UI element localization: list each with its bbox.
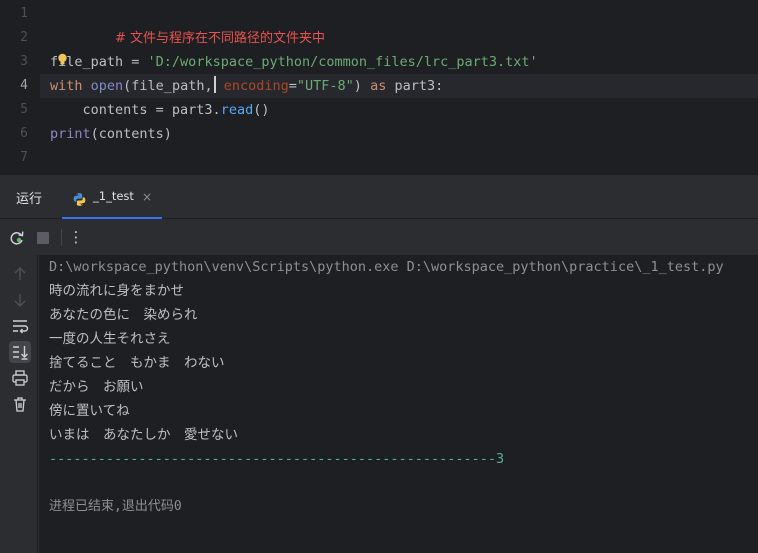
run-config-tab[interactable]: _1_test × — [62, 183, 162, 219]
console-output-line: あなたの色に 染められ — [49, 307, 198, 323]
console-output-line: 時の流れに身をまかせ — [49, 283, 184, 299]
code-keyword-as: as — [370, 78, 387, 94]
console-output[interactable]: D:\workspace_python\venv\Scripts\python.… — [39, 255, 758, 553]
run-tool-window: 运行 _1_test × ⋮ D:\workspace_python\venv\… — [0, 174, 758, 553]
arrow-down-icon[interactable] — [9, 289, 31, 311]
run-toolbar: ⋮ — [0, 219, 758, 255]
code-editor[interactable]: 1 2 3 4 5 6 7 # 文件与程序在不同路径的文件夹中 file_pat… — [0, 0, 758, 174]
code-keyword-with: with — [50, 78, 83, 94]
line-number-gutter: 1 2 3 4 5 6 7 — [0, 0, 40, 174]
line-number: 3 — [20, 54, 28, 69]
console-output-line: 一度の人生それさえ — [49, 331, 171, 347]
console-command-line: D:\workspace_python\venv\Scripts\python.… — [49, 259, 724, 275]
code-operator: = — [288, 78, 297, 94]
print-icon[interactable] — [9, 367, 31, 389]
stop-icon[interactable] — [33, 228, 53, 248]
console-side-toolbar — [0, 255, 38, 553]
ide-window: 1 2 3 4 5 6 7 # 文件与程序在不同路径的文件夹中 file_pat… — [0, 0, 758, 553]
python-icon — [73, 193, 86, 206]
line-number: 7 — [20, 150, 28, 165]
code-line-7[interactable] — [40, 146, 758, 170]
process-exit-message: 进程已结束,退出代码0 — [49, 499, 182, 514]
console-separator-line: ----------------------------------------… — [49, 451, 505, 467]
arrow-up-icon[interactable] — [9, 263, 31, 285]
code-string: 'D:/workspace_python/common_files/lrc_pa… — [147, 54, 538, 70]
toolbar-divider — [61, 229, 62, 246]
line-number: 5 — [20, 102, 28, 117]
code-param: encoding — [223, 78, 289, 94]
line-number-active: 4 — [20, 78, 28, 93]
code-area[interactable]: # 文件与程序在不同路径的文件夹中 file_path = 'D:/worksp… — [40, 0, 758, 174]
code-line-1[interactable]: # 文件与程序在不同路径的文件夹中 — [40, 2, 758, 46]
console-output-line: いまは あなたしか 愛せない — [49, 427, 238, 443]
line-number: 6 — [20, 126, 28, 141]
close-icon[interactable]: × — [142, 190, 152, 204]
run-tab-bar: 运行 _1_test × — [0, 175, 758, 219]
more-options-icon[interactable]: ⋮ — [66, 227, 86, 247]
console-output-line: だから お願い — [49, 379, 144, 395]
run-tab-label: _1_test — [93, 189, 134, 203]
line-number: 1 — [20, 6, 28, 21]
code-paren: ) — [353, 78, 371, 94]
code-paren: () — [253, 102, 270, 118]
console-output-line: 捨てること もかま わない — [49, 355, 225, 371]
code-operator: = — [123, 54, 148, 70]
code-line-4[interactable]: with open(file_path, encoding="UTF-8") a… — [40, 74, 758, 98]
code-builtin-print: print — [50, 126, 91, 142]
scroll-to-end-icon[interactable] — [9, 341, 31, 363]
soft-wrap-icon[interactable] — [9, 315, 31, 337]
code-args: (contents) — [90, 126, 172, 142]
intention-bulb-icon[interactable] — [57, 53, 68, 66]
code-line-6[interactable]: print(contents) — [40, 122, 758, 146]
code-line-2[interactable] — [40, 26, 758, 50]
rerun-icon[interactable] — [7, 228, 27, 248]
line-number: 2 — [20, 30, 28, 45]
code-args: (file_path, — [123, 78, 213, 94]
code-line-5[interactable]: contents = part3.read() — [40, 98, 758, 122]
code-alias: part3: — [386, 78, 444, 94]
code-line-3[interactable]: file_path = 'D:/workspace_python/common_… — [40, 50, 758, 74]
trash-icon[interactable] — [9, 393, 31, 415]
run-window-title: 运行 — [16, 192, 43, 207]
code-assign: contents = part3. — [50, 102, 221, 118]
console-output-line: 傍に置いてね — [49, 403, 130, 419]
code-method: read — [220, 102, 254, 118]
code-string: "UTF-8" — [296, 78, 354, 94]
code-builtin-open: open — [90, 78, 124, 94]
